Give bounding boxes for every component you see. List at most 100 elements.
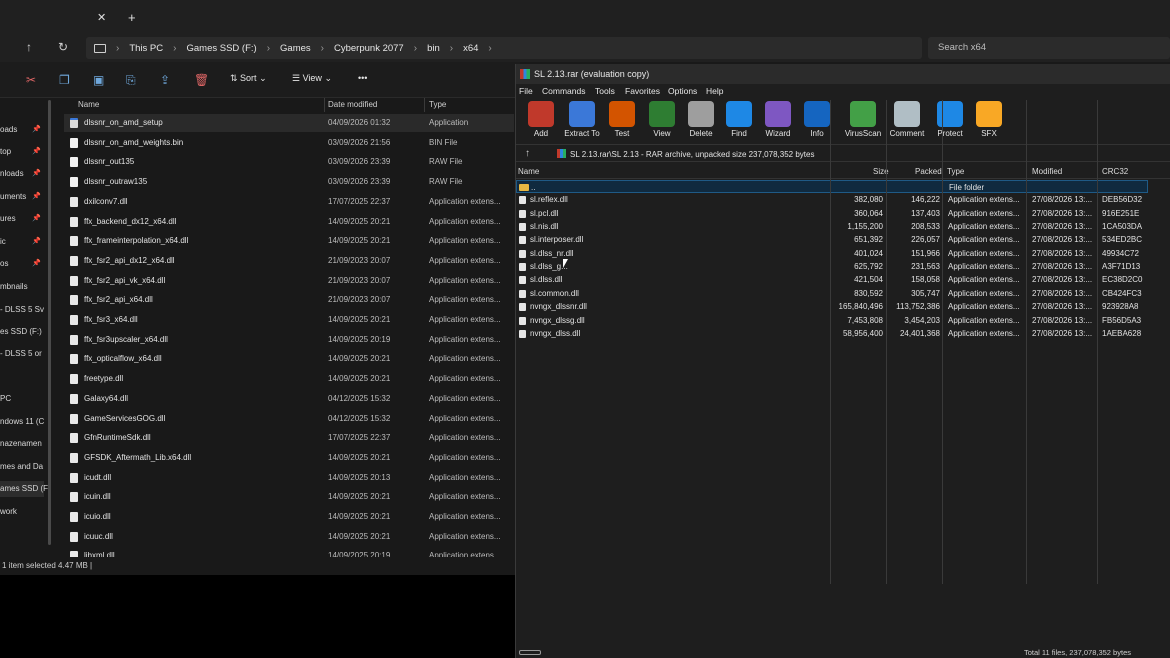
address-bar[interactable]: › This PC › Games SSD (F:) › Games › Cyb… (86, 37, 922, 59)
sidebar-item[interactable]: ndows 11 (C (0, 414, 44, 430)
cut-icon[interactable]: ✂ (26, 73, 36, 87)
up-arrow-icon[interactable]: ↑ (26, 40, 32, 54)
paste-icon[interactable]: ▣ (93, 73, 104, 87)
file-row[interactable]: GfnRuntimeSdk.dll 17/07/2025 22:37 Applica… (64, 429, 514, 447)
toolbar-sfx-button[interactable]: SFX (961, 101, 1017, 138)
cell-packed: 158,058 (911, 275, 940, 285)
breadcrumb-item[interactable]: Games SSD (F:) (186, 43, 256, 54)
archive-row[interactable]: nvngx_dlss.dll 58,956,400 24,401,368 Applic… (516, 327, 1170, 340)
file-row[interactable]: ffx_fsr2_api_vk_x64.dll 21/09/2023 20:07 A… (64, 272, 514, 290)
sidebar-item[interactable]: - DLSS 5 or (0, 346, 42, 362)
column-name[interactable]: Name (518, 167, 539, 176)
sidebar-item[interactable]: ures 📌 (0, 211, 41, 227)
file-list-header: Name Date modified Type (56, 98, 516, 112)
sidebar-item[interactable]: ic 📌 (0, 234, 41, 250)
column-type[interactable]: Type (947, 167, 964, 176)
file-row[interactable]: freetype.dll 14/09/2025 20:21 Application … (64, 370, 514, 388)
file-row[interactable]: dxilconv7.dll 17/07/2025 22:37 Application… (64, 193, 514, 211)
sidebar-item[interactable]: nloads 📌 (0, 166, 41, 182)
view-button[interactable]: ☰ View ⌄ (292, 73, 332, 84)
file-row[interactable]: dlssnr_out135 03/09/2026 23:39 RAW File (64, 153, 514, 171)
menu-favorites[interactable]: Favorites (625, 86, 660, 96)
menu-file[interactable]: File (519, 86, 533, 96)
file-row[interactable]: icudt.dll 14/09/2025 20:13 Application ext… (64, 469, 514, 487)
archive-row[interactable]: sl.reflex.dll 382,080 146,222 Application e… (516, 193, 1170, 206)
file-row[interactable]: dlssnr_outraw135 03/09/2026 23:39 RAW File (64, 173, 514, 191)
breadcrumb-item[interactable]: x64 (463, 43, 478, 54)
sidebar-item[interactable]: nazenamen (0, 436, 42, 452)
sidebar-item[interactable]: oads 📌 (0, 122, 41, 138)
sidebar-scrollbar[interactable] (48, 100, 51, 545)
delete-icon[interactable]: 🗑 (194, 73, 209, 87)
column-modified[interactable]: Modified (1032, 167, 1062, 176)
wizard-icon (765, 101, 791, 127)
sidebar-item[interactable]: - DLSS 5 Sv (0, 302, 44, 318)
file-row[interactable]: dlssnr_on_amd_weights.bin 03/09/2026 21:5… (64, 134, 514, 152)
file-name: ffx_fsr2_api_vk_x64.dll (84, 275, 166, 285)
breadcrumb-item[interactable]: This PC (129, 43, 163, 54)
column-packed[interactable]: Packed (915, 167, 942, 176)
archive-row[interactable]: sl.nis.dll 1,155,200 208,533 Application ex… (516, 220, 1170, 233)
file-row[interactable]: icuin.dll 14/09/2025 20:21 Application ext… (64, 488, 514, 506)
more-options-button[interactable]: ••• (358, 73, 367, 83)
file-row[interactable]: ffx_fsr3_x64.dll 14/09/2025 20:21 Applicat… (64, 311, 514, 329)
menu-help[interactable]: Help (706, 86, 723, 96)
file-row[interactable]: ffx_opticalflow_x64.dll 14/09/2025 20:21 A… (64, 350, 514, 368)
new-tab-icon[interactable]: + (128, 10, 136, 25)
file-row[interactable]: icuuc.dll 14/09/2025 20:21 Application ext… (64, 528, 514, 546)
file-row[interactable]: GFSDK_Aftermath_Lib.x64.dll 14/09/2025 20… (64, 449, 514, 467)
archive-row[interactable]: nvngx_dlssnr.dll 165,840,496 113,752,386 Ap… (516, 300, 1170, 313)
column-crc32[interactable]: CRC32 (1102, 167, 1128, 176)
sidebar-item[interactable]: os 📌 (0, 256, 41, 272)
file-row[interactable]: ffx_frameinterpolation_x64.dll 14/09/2025… (64, 232, 514, 250)
archive-row[interactable]: sl.dlss_g... 625,792 231,563 Application ex… (516, 260, 1170, 273)
column-type[interactable]: Type (429, 100, 446, 109)
file-row[interactable]: ffx_fsr2_api_x64.dll 21/09/2023 20:07 Appl… (64, 291, 514, 309)
copy-icon[interactable]: ❐ (59, 73, 70, 87)
archive-row[interactable]: sl.dlss.dll 421,504 158,058 Application ext… (516, 273, 1170, 286)
cell-name: sl.dlss.dll (530, 275, 563, 285)
menu-tools[interactable]: Tools (595, 86, 615, 96)
file-row[interactable]: ffx_fsr2_api_dx12_x64.dll 21/09/2023 20:0… (64, 252, 514, 270)
search-input[interactable]: Search x64 (928, 37, 1170, 59)
sidebar-item[interactable]: ames SSD (F: (0, 481, 50, 497)
rename-icon[interactable]: ⎘ (126, 73, 136, 88)
breadcrumb-item[interactable]: Cyberpunk 2077 (334, 43, 404, 54)
tab-close-icon[interactable]: ✕ (97, 11, 106, 24)
file-row[interactable]: dlssnr_on_amd_setup 04/09/2026 01:32 Appli… (64, 114, 514, 132)
archive-row[interactable]: nvngx_dlssg.dll 7,453,808 3,454,203 Applica… (516, 314, 1170, 327)
file-row[interactable]: icuio.dll 14/09/2025 20:21 Application ext… (64, 508, 514, 526)
sidebar-item[interactable]: mbnails (0, 279, 28, 295)
archive-row[interactable]: sl.dlss_nr.dll 401,024 151,966 Application … (516, 247, 1170, 260)
file-row[interactable]: Galaxy64.dll 04/12/2025 15:32 Application … (64, 390, 514, 408)
archive-row[interactable]: sl.interposer.dll 651,392 226,057 Applicati… (516, 233, 1170, 246)
dll-icon (70, 275, 78, 286)
refresh-icon[interactable]: ↻ (58, 40, 68, 54)
find-icon (726, 101, 752, 127)
sidebar-item[interactable]: es SSD (F:) (0, 324, 42, 340)
sidebar-item[interactable]: uments 📌 (0, 189, 41, 205)
breadcrumb-item[interactable]: bin (427, 43, 440, 54)
column-date[interactable]: Date modified (328, 100, 377, 109)
menu-options[interactable]: Options (668, 86, 697, 96)
up-arrow-icon[interactable]: ↑ (525, 145, 530, 162)
sidebar-item[interactable]: PC (0, 391, 11, 407)
sidebar-item[interactable]: work (0, 504, 17, 520)
menu-commands[interactable]: Commands (542, 86, 585, 96)
breadcrumb-item[interactable]: Games (280, 43, 311, 54)
sort-button[interactable]: ⇅ Sort ⌄ (230, 73, 267, 84)
dll-icon (70, 354, 78, 365)
file-row[interactable]: GameServicesGOG.dll 04/12/2025 15:32 Appli… (64, 410, 514, 428)
file-row[interactable]: ffx_fsr3upscaler_x64.dll 14/09/2025 20:19… (64, 331, 514, 349)
file-row[interactable]: ffx_backend_dx12_x64.dll 14/09/2025 20:21… (64, 213, 514, 231)
archive-row[interactable]: sl.common.dll 830,592 305,747 Application e… (516, 287, 1170, 300)
sidebar-item[interactable]: top 📌 (0, 144, 41, 160)
cell-name: nvngx_dlssnr.dll (530, 302, 587, 312)
share-icon[interactable]: ⇪ (160, 73, 170, 87)
sidebar-item[interactable]: mes and Da (0, 459, 43, 475)
archive-path[interactable]: SL 2.13.rar\SL 2.13 - RAR archive, unpac… (554, 146, 1170, 161)
cell-modified: 27/08/2026 13:... (1032, 195, 1093, 205)
archive-row[interactable]: sl.pcl.dll 360,064 137,403 Application exte… (516, 207, 1170, 220)
parent-folder-row[interactable]: .. File folder (516, 180, 1148, 194)
column-name[interactable]: Name (78, 100, 99, 109)
